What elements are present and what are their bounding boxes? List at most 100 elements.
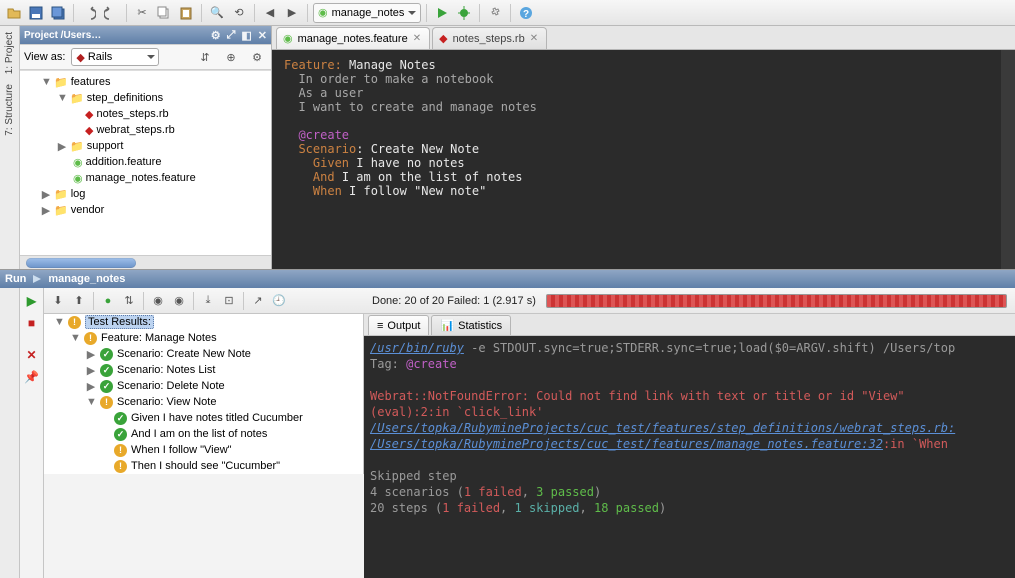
editor-tab-managenotes[interactable]: ◉ manage_notes.feature ✕ bbox=[276, 27, 430, 49]
tree-node-stepdefs[interactable]: ▼📁step_definitions bbox=[20, 90, 271, 106]
run-header-label: Run bbox=[5, 273, 26, 285]
copy-icon[interactable] bbox=[154, 3, 174, 23]
output-tab[interactable]: ≡Output bbox=[368, 315, 429, 335]
rails-icon: ◆ bbox=[76, 51, 84, 64]
tt-root[interactable]: ▼!Test Results: bbox=[44, 314, 363, 330]
find-icon[interactable]: 🔍 bbox=[207, 3, 227, 23]
tab-label: manage_notes.feature bbox=[298, 33, 408, 45]
run-panel: Run manage_notes ▶ ■ ✕ 📌 ⬇ ⬆ ● ⇅ bbox=[0, 270, 1015, 578]
test-summary-bar: Done: 20 of 20 Failed: 1 (2.917 s) bbox=[364, 288, 1015, 314]
tab-label: notes_steps.rb bbox=[453, 33, 525, 45]
run-left-rail bbox=[0, 288, 20, 578]
test-toolbar: ⬇ ⬆ ● ⇅ ◉ ◉ ⤓ ⊡ ↗ 🕘 bbox=[44, 288, 364, 314]
stop-icon[interactable]: ■ bbox=[23, 314, 41, 332]
forward-icon[interactable]: ▶ bbox=[282, 3, 302, 23]
rerun-icon[interactable]: ▶ bbox=[23, 292, 41, 310]
run-header-config: manage_notes bbox=[48, 273, 125, 285]
project-tree[interactable]: ▼📁features ▼📁step_definitions ◆notes_ste… bbox=[20, 70, 271, 255]
editor-tab-notessteps[interactable]: ◆ notes_steps.rb ✕ bbox=[432, 27, 547, 49]
collapse-all-icon[interactable]: ⬆ bbox=[69, 291, 89, 311]
panel-settings-icon[interactable]: ⚙ bbox=[211, 29, 221, 42]
tree-node-features[interactable]: ▼📁features bbox=[20, 74, 271, 90]
help-icon[interactable]: ? bbox=[516, 3, 536, 23]
tree-node-support[interactable]: ▶📁support bbox=[20, 138, 271, 154]
run-side-buttons: ▶ ■ ✕ 📌 bbox=[20, 288, 44, 578]
sort-icon[interactable]: ⇅ bbox=[119, 291, 139, 311]
run-config-label: manage_notes bbox=[332, 7, 405, 19]
panel-min-icon[interactable]: ⤢ bbox=[227, 29, 236, 42]
tt-scenario-list[interactable]: ▶✓Scenario: Notes List bbox=[44, 362, 363, 378]
debug-icon[interactable] bbox=[454, 3, 474, 23]
structure-tool-tab[interactable]: 7: Structure bbox=[4, 84, 15, 136]
project-tool-tab[interactable]: 1: Project bbox=[4, 32, 15, 74]
project-panel: Project /Users… ⚙ ⤢ ◧ ✕ View as: ◆ Rails… bbox=[20, 26, 272, 269]
close-icon[interactable]: ✕ bbox=[530, 33, 538, 44]
filter-passed-icon[interactable]: ● bbox=[98, 291, 118, 311]
test-progress-bar bbox=[546, 294, 1007, 308]
pin-icon[interactable]: 📌 bbox=[23, 368, 41, 386]
main-toolbar: ✂ 🔍 ⟲ ◀ ▶ ◉ manage_notes ? bbox=[0, 0, 1015, 26]
ruby-icon: ◆ bbox=[439, 32, 447, 45]
test-results-tree[interactable]: ▼!Test Results: ▼!Feature: Manage Notes … bbox=[44, 314, 364, 474]
save-all-icon[interactable] bbox=[48, 3, 68, 23]
close-icon[interactable]: ✕ bbox=[413, 33, 421, 44]
project-panel-title: Project /Users… bbox=[24, 30, 101, 41]
tt-step3[interactable]: !When I follow "View" bbox=[44, 442, 363, 458]
editor-vscroll[interactable] bbox=[1001, 50, 1015, 269]
tree-node-managenotes[interactable]: ◉manage_notes.feature bbox=[20, 170, 271, 186]
svg-text:?: ? bbox=[523, 9, 529, 20]
tree-node-notes-steps[interactable]: ◆notes_steps.rb bbox=[20, 106, 271, 122]
tt-step4[interactable]: !Then I should see "Cucumber" bbox=[44, 458, 363, 474]
export-icon[interactable]: ↗ bbox=[248, 291, 268, 311]
expand-all-icon[interactable]: ⬇ bbox=[48, 291, 68, 311]
test-console[interactable]: /usr/bin/ruby -e STDOUT.sync=true;STDERR… bbox=[364, 336, 1015, 578]
editor-tabs: ◉ manage_notes.feature ✕ ◆ notes_steps.r… bbox=[272, 26, 1015, 50]
tt-step1[interactable]: ✓Given I have notes titled Cucumber bbox=[44, 410, 363, 426]
tt-step2[interactable]: ✓And I am on the list of notes bbox=[44, 426, 363, 442]
select-first-icon[interactable]: ⊡ bbox=[219, 291, 239, 311]
paste-icon[interactable] bbox=[176, 3, 196, 23]
statistics-tab[interactable]: 📊Statistics bbox=[431, 315, 511, 335]
prev-fail-icon[interactable]: ◉ bbox=[148, 291, 168, 311]
run-config-combo[interactable]: ◉ manage_notes bbox=[313, 3, 421, 23]
tree-node-addition[interactable]: ◉addition.feature bbox=[20, 154, 271, 170]
panel-close-icon[interactable]: ✕ bbox=[258, 29, 267, 42]
tt-scenario-delete[interactable]: ▶✓Scenario: Delete Note bbox=[44, 378, 363, 394]
close-run-icon[interactable]: ✕ bbox=[23, 346, 41, 364]
tree-node-log[interactable]: ▶📁log bbox=[20, 186, 271, 202]
settings-icon[interactable] bbox=[485, 3, 505, 23]
view-mode-combo[interactable]: ◆ Rails bbox=[71, 48, 159, 66]
editor-area: ◉ manage_notes.feature ✕ ◆ notes_steps.r… bbox=[272, 26, 1015, 269]
left-tool-rail: 1: Project 7: Structure bbox=[0, 26, 20, 269]
back-icon[interactable]: ◀ bbox=[260, 3, 280, 23]
view-mode-value: Rails bbox=[88, 51, 112, 63]
tree-hscroll[interactable] bbox=[20, 255, 271, 269]
run-icon[interactable] bbox=[432, 3, 452, 23]
run-play-icon bbox=[32, 274, 42, 284]
open-icon[interactable] bbox=[4, 3, 24, 23]
tree-settings-icon[interactable]: ⚙ bbox=[247, 47, 267, 67]
save-icon[interactable] bbox=[26, 3, 46, 23]
tt-feature[interactable]: ▼!Feature: Manage Notes bbox=[44, 330, 363, 346]
project-panel-header: Project /Users… ⚙ ⤢ ◧ ✕ bbox=[20, 26, 271, 44]
code-editor[interactable]: Feature: Manage Notes In order to make a… bbox=[272, 50, 1001, 269]
panel-float-icon[interactable]: ◧ bbox=[241, 29, 251, 42]
autoscroll-icon[interactable]: ⤓ bbox=[198, 291, 218, 311]
history-icon[interactable]: 🕘 bbox=[269, 291, 289, 311]
tt-scenario-create[interactable]: ▶✓Scenario: Create New Note bbox=[44, 346, 363, 362]
replace-icon[interactable]: ⟲ bbox=[229, 3, 249, 23]
tree-node-webrat-steps[interactable]: ◆webrat_steps.rb bbox=[20, 122, 271, 138]
run-panel-header: Run manage_notes bbox=[0, 270, 1015, 288]
feature-icon: ◉ bbox=[318, 6, 328, 19]
tt-scenario-view[interactable]: ▼!Scenario: View Note bbox=[44, 394, 363, 410]
undo-icon[interactable] bbox=[79, 3, 99, 23]
test-summary-text: Done: 20 of 20 Failed: 1 (2.917 s) bbox=[372, 295, 536, 307]
feature-icon: ◉ bbox=[283, 32, 293, 45]
project-view-bar: View as: ◆ Rails ⇵ ⊕ ⚙ bbox=[20, 44, 271, 70]
tree-node-vendor[interactable]: ▶📁vendor bbox=[20, 202, 271, 218]
next-fail-icon[interactable]: ◉ bbox=[169, 291, 189, 311]
cut-icon[interactable]: ✂ bbox=[132, 3, 152, 23]
redo-icon[interactable] bbox=[101, 3, 121, 23]
flatten-icon[interactable]: ⇵ bbox=[195, 47, 215, 67]
locate-icon[interactable]: ⊕ bbox=[221, 47, 241, 67]
